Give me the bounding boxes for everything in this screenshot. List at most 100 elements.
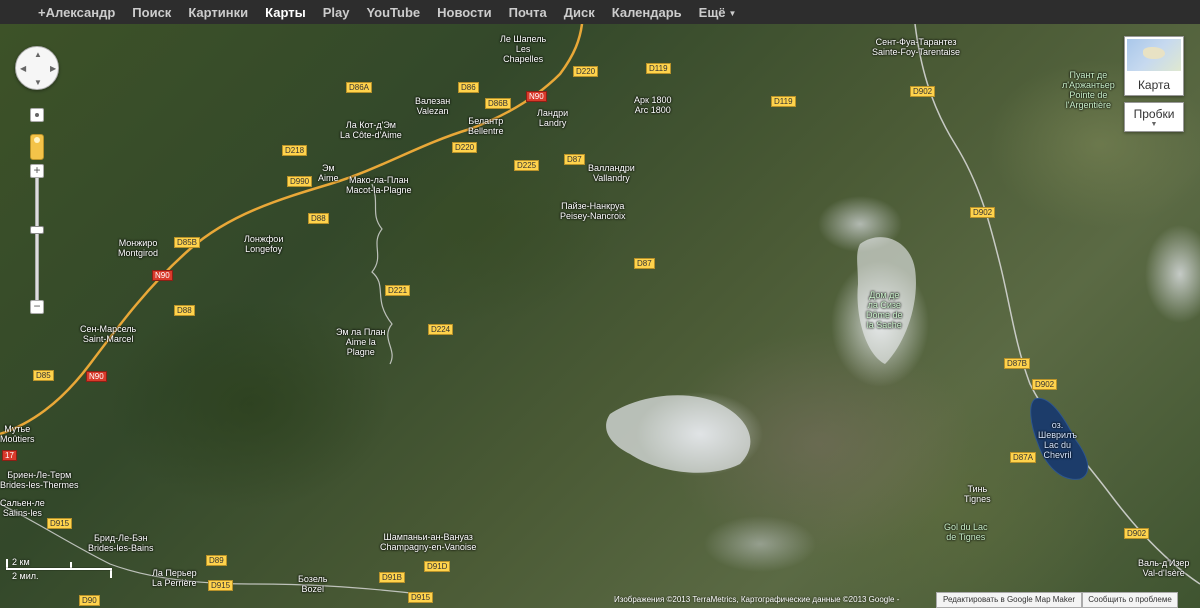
road-shield: 17	[2, 450, 17, 461]
place-label: Эм Aime	[318, 163, 339, 183]
pan-right-icon[interactable]: ▶	[50, 64, 56, 73]
scale-metric: 2 км	[12, 557, 30, 567]
place-label: Бозель Bozel	[298, 574, 328, 594]
gbar-maps[interactable]: Карты	[265, 5, 306, 20]
place-label: Сент-Фуа-Тарантез Sainte-Foy-Tarentaise	[872, 37, 961, 57]
map-type-button[interactable]: Карта	[1124, 36, 1184, 96]
map-type-thumbnail	[1127, 39, 1181, 71]
place-label: Сен-Марсель Saint-Marcel	[80, 324, 137, 344]
place-label: Монжиро Montgirod	[118, 238, 159, 258]
zoom-slider-track[interactable]	[35, 178, 39, 300]
road-shield: D225	[514, 160, 540, 171]
road-shield: D87A	[1010, 452, 1037, 463]
place-label: Валландри Vallandry	[588, 163, 635, 183]
google-bar: +Александр Поиск Картинки Карты Play You…	[0, 0, 1200, 24]
glacier-main	[606, 395, 751, 473]
road-shield: D220	[452, 142, 478, 153]
gbar-user[interactable]: +Александр	[38, 5, 115, 20]
road-shield: D119	[646, 63, 671, 74]
chevron-down-icon: ▼	[728, 8, 737, 18]
place-label: Дом де ла Сизе Dôme de la Sache	[866, 290, 903, 330]
traffic-button[interactable]: Пробки ▼	[1124, 102, 1184, 132]
road-shield: N90	[526, 91, 547, 102]
edit-map-maker-button[interactable]: Редактировать в Google Map Maker	[936, 592, 1082, 608]
pan-control[interactable]: ▲ ◀ ▶ ▼	[15, 46, 59, 90]
road-shield: D915	[408, 592, 434, 603]
road-shield: D88	[308, 213, 329, 224]
road-shield: D915	[47, 518, 73, 529]
place-label: Арк 1800 Arc 1800	[634, 95, 672, 115]
pan-down-icon[interactable]: ▼	[34, 78, 42, 87]
place-label: Брид-Ле-Бэн Brides-les-Bains	[88, 533, 154, 553]
pegman-icon[interactable]	[30, 134, 44, 160]
gbar-news[interactable]: Новости	[437, 5, 492, 20]
road-shield: N90	[86, 371, 107, 382]
gbar-more[interactable]: Ещё ▼	[699, 5, 737, 20]
place-label: Ле Шапель Les Chapelles	[500, 34, 547, 64]
place-label: Валь-д'Изер Val-d'Isère	[1138, 558, 1190, 578]
road-shield: D87	[634, 258, 655, 269]
road-shield: N90	[152, 270, 173, 281]
gbar-mail[interactable]: Почта	[509, 5, 547, 20]
place-label: Gol du Lac de Tignes	[944, 522, 988, 542]
chevron-down-icon: ▼	[1150, 121, 1158, 128]
place-label: Валезан Valezan	[415, 96, 451, 116]
road-shield: D902	[1032, 379, 1058, 390]
place-label: Мутье Moûtiers	[0, 424, 35, 444]
scale-imperial: 2 мил.	[12, 571, 39, 581]
gbar-calendar[interactable]: Календарь	[612, 5, 682, 20]
gbar-more-label: Ещё	[698, 4, 726, 20]
place-label: Эм ла План Aime la Plagne	[336, 327, 386, 357]
zoom-slider-handle[interactable]	[30, 226, 44, 234]
place-label: Ландри Landry	[537, 108, 569, 128]
pan-up-icon[interactable]: ▲	[34, 50, 42, 59]
gbar-drive[interactable]: Диск	[564, 5, 595, 20]
place-label: Пуант де л'Аржантьер Pointe de l'Argentière	[1062, 70, 1115, 110]
map-roads-overlay	[0, 24, 1200, 595]
road-shield: D902	[910, 86, 936, 97]
gbar-images[interactable]: Картинки	[188, 5, 248, 20]
gbar-youtube[interactable]: YouTube	[366, 5, 420, 20]
road-shield: D89	[206, 555, 227, 566]
road-shield: D88	[174, 305, 195, 316]
map-scale: 2 км 2 мил.	[6, 556, 116, 582]
zoom-out-button[interactable]: −	[30, 300, 44, 314]
road-shield: D218	[282, 145, 308, 156]
gbar-search[interactable]: Поиск	[132, 5, 171, 20]
road-shield: D220	[573, 66, 599, 77]
satellite-map[interactable]: D86A D86 D86B N90 D220 D119 D119 D902 D2…	[0, 24, 1200, 608]
place-label: Пайзе-Нанкруа Peisey-Nancroix	[560, 201, 626, 221]
place-label: Лонжфои Longefoy	[244, 234, 284, 254]
road-shield: D915	[208, 580, 234, 591]
road-shield: D221	[385, 285, 411, 296]
place-label: Белантр Bellentre	[468, 116, 504, 136]
road-shield: D85	[33, 370, 54, 381]
pan-left-icon[interactable]: ◀	[20, 64, 26, 73]
my-location-button[interactable]	[30, 108, 44, 122]
road-shield: D902	[970, 207, 996, 218]
zoom-in-button[interactable]: +	[30, 164, 44, 178]
traffic-label: Пробки	[1133, 107, 1175, 121]
place-label: Мако-ла-План Macot-la-Plagne	[346, 175, 412, 195]
attribution: Изображения ©2013 TerraMetrics, Картогра…	[614, 595, 900, 604]
road-shield: D86B	[485, 98, 512, 109]
place-label: Тинь Tignes	[964, 484, 991, 504]
road-shield: D119	[771, 96, 796, 107]
road-shield: D91B	[379, 572, 406, 583]
road-shield: D87	[564, 154, 585, 165]
place-label: Сальен-ле Salins-les	[0, 498, 45, 518]
road-shield: D224	[428, 324, 454, 335]
road-shield: D86A	[346, 82, 373, 93]
road-shield: D85B	[174, 237, 201, 248]
map-type-label: Карта	[1137, 78, 1171, 92]
gbar-play[interactable]: Play	[323, 5, 350, 20]
road-shield: D87B	[1004, 358, 1031, 369]
road-shield: D90	[79, 595, 100, 606]
road-shield: D86	[458, 82, 479, 93]
place-label: Шампаньи-ан-Вануаз Champagny-en-Vanoise	[380, 532, 477, 552]
road-shield: D990	[287, 176, 313, 187]
place-label: Ла Кот-д'Эм La Côte-d'Aime	[340, 120, 402, 140]
road-shield: D902	[1124, 528, 1150, 539]
report-problem-button[interactable]: Сообщить о проблеме	[1082, 592, 1178, 608]
road-shield: D91D	[424, 561, 451, 572]
